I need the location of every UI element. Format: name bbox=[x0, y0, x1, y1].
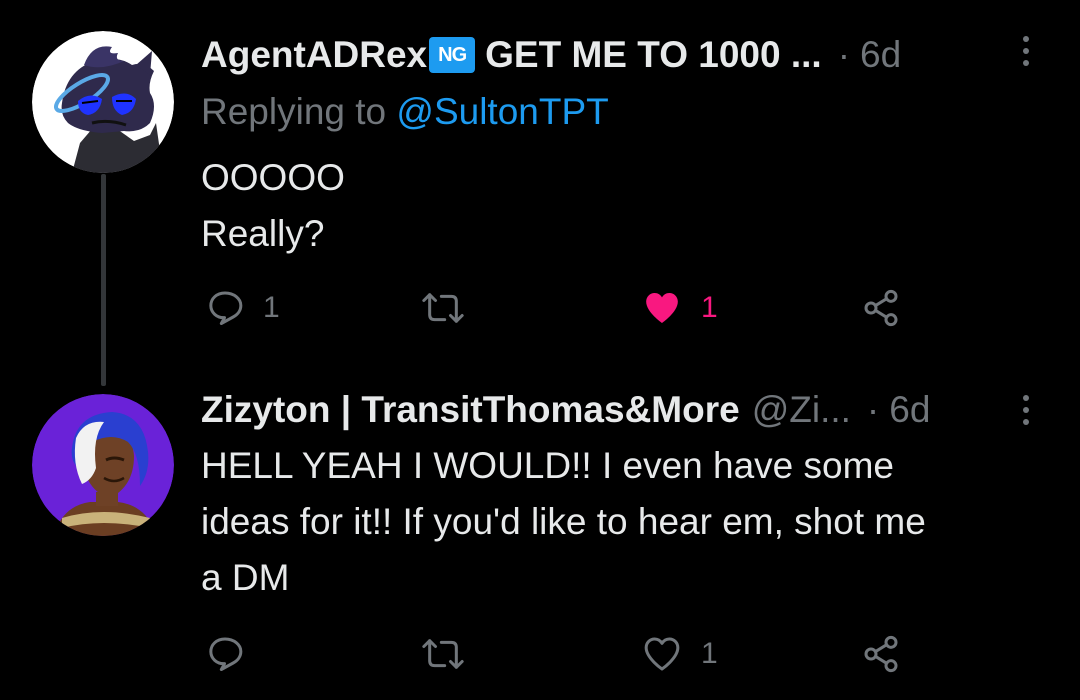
separator-dot: · bbox=[837, 34, 851, 75]
heart-icon bbox=[644, 637, 680, 671]
reply-button[interactable]: 1 bbox=[205, 288, 280, 328]
reply-icon bbox=[209, 637, 243, 671]
avatar[interactable] bbox=[32, 394, 174, 536]
tweet-header: AgentADRex NG GET ME TO 1000 ... · 6d bbox=[201, 30, 901, 80]
tweet-agentadrex[interactable]: AgentADRex NG GET ME TO 1000 ... · 6d Re… bbox=[0, 0, 1080, 386]
thread-line bbox=[101, 174, 106, 386]
tweet-text: HELL YEAH I WOULD!! I even have some ide… bbox=[201, 445, 926, 598]
tweet-text: OOOOO Really? bbox=[201, 157, 345, 254]
reply-button[interactable] bbox=[205, 634, 263, 674]
tweet-actions: 1 bbox=[201, 634, 921, 674]
separator-dot: · bbox=[866, 389, 880, 430]
retweet-icon bbox=[422, 293, 464, 323]
handle[interactable]: @Zi... bbox=[752, 389, 851, 431]
share-icon bbox=[864, 635, 898, 673]
share-button[interactable] bbox=[859, 288, 903, 328]
like-button[interactable]: 1 bbox=[641, 634, 718, 674]
like-count: 1 bbox=[701, 637, 718, 670]
avatar[interactable] bbox=[32, 31, 174, 173]
share-button[interactable] bbox=[859, 634, 903, 674]
timestamp[interactable]: 6d bbox=[889, 389, 930, 431]
replying-prefix: Replying to bbox=[201, 91, 397, 132]
display-name[interactable]: AgentADRex bbox=[201, 34, 427, 76]
ng-badge: NG bbox=[429, 37, 476, 73]
timestamp[interactable]: 6d bbox=[860, 34, 901, 76]
reply-count: 1 bbox=[263, 291, 280, 324]
tweet-header: Zizyton | TransitThomas&More @Zi... · 6d bbox=[201, 385, 930, 435]
tweet-zizyton[interactable]: Zizyton | TransitThomas&More @Zi... · 6d… bbox=[0, 380, 1080, 700]
display-name-suffix[interactable]: GET ME TO 1000 ... bbox=[485, 34, 822, 76]
avatar-dragon-icon bbox=[32, 31, 174, 173]
retweet-icon bbox=[422, 639, 464, 669]
reply-icon bbox=[209, 291, 243, 325]
tweet-actions: 1 1 bbox=[201, 288, 921, 328]
display-name[interactable]: Zizyton | TransitThomas&More bbox=[201, 389, 740, 431]
like-count: 1 bbox=[701, 291, 718, 324]
like-button[interactable]: 1 bbox=[641, 288, 718, 328]
retweet-button[interactable] bbox=[421, 288, 483, 328]
replying-mention-link[interactable]: @SultonTPT bbox=[396, 91, 608, 132]
more-icon[interactable] bbox=[1016, 395, 1036, 425]
heart-icon bbox=[646, 293, 678, 323]
share-icon bbox=[864, 289, 898, 327]
more-icon[interactable] bbox=[1016, 36, 1036, 66]
replying-to: Replying to @SultonTPT bbox=[201, 91, 609, 133]
avatar-character-icon bbox=[32, 394, 174, 536]
retweet-button[interactable] bbox=[421, 634, 483, 674]
